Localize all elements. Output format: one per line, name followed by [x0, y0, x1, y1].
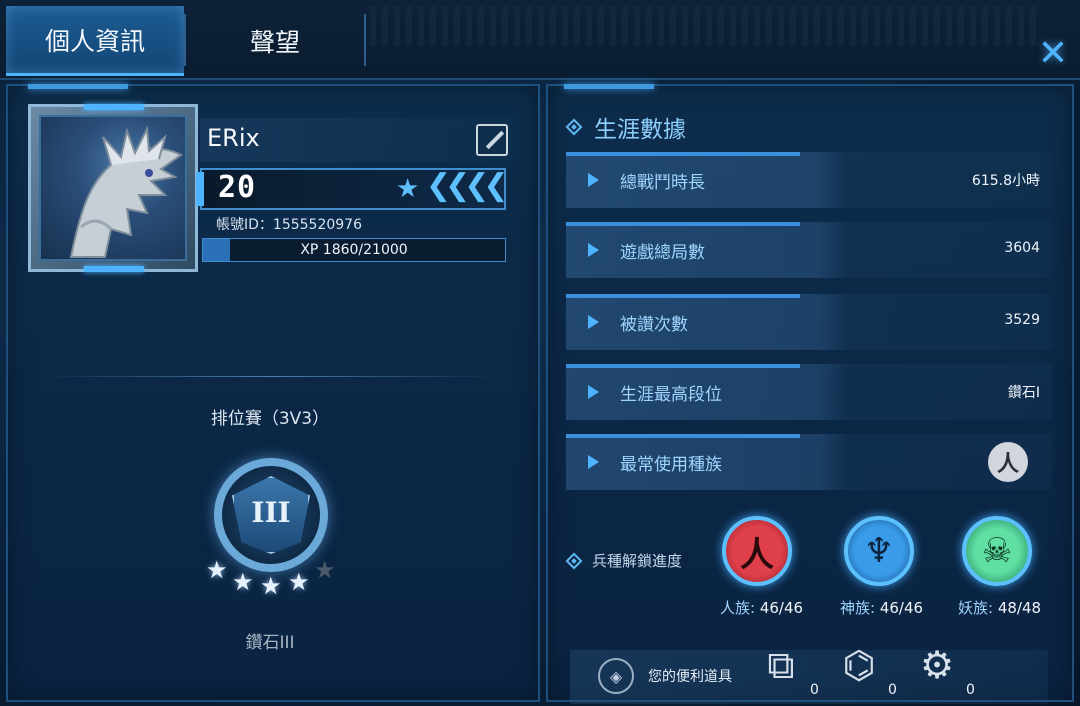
stat-label: 被讚次數: [620, 315, 688, 335]
stat-row-highest-rank: 生涯最高段位 鑽石I: [566, 364, 1052, 420]
tab-personal-info[interactable]: 個人資訊: [6, 6, 184, 76]
human-race-icon: 人: [988, 442, 1028, 482]
avatar-frame-accent: [84, 266, 144, 272]
account-id: 帳號ID：1555520976: [216, 217, 362, 233]
tool-count: 0: [810, 682, 819, 698]
avatar-frame-accent: [84, 104, 144, 110]
demon-race-icon[interactable]: ☠: [962, 516, 1032, 586]
rank-tier: III: [251, 496, 291, 529]
stat-row-play-time: 總戰鬥時長 615.8小時: [566, 152, 1052, 208]
items-layers-icon: ◈: [598, 658, 634, 694]
human-race-icon[interactable]: 人: [722, 516, 792, 586]
unlock-title-text: 兵種解鎖進度: [592, 552, 683, 570]
avatar[interactable]: [28, 104, 198, 272]
stat-row-accent: [566, 294, 800, 298]
rank-name: 鑽石III: [245, 633, 295, 653]
stat-label: 最常使用種族: [620, 455, 722, 475]
stat-row-favorite-race: 最常使用種族 人: [566, 434, 1052, 490]
stat-label: 遊戲總局數: [620, 243, 705, 263]
rank-star-filled-icon: ★: [232, 568, 254, 596]
god-unlock-count: 神族: 46/46: [840, 597, 923, 618]
stat-value: 3604: [1004, 240, 1040, 256]
close-icon: ✕: [1037, 32, 1069, 74]
stat-value: 鑽石I: [1007, 385, 1040, 401]
race-label: 神族:: [840, 599, 876, 617]
tab-label: 個人資訊: [44, 26, 145, 56]
player-level: 20: [218, 170, 257, 205]
stat-label: 生涯最高段位: [620, 385, 722, 405]
tool-count: 0: [888, 682, 897, 698]
career-title-text: 生涯數據: [594, 117, 686, 143]
race-count: 48/48: [997, 599, 1042, 617]
play-arrow-icon: [588, 243, 599, 257]
tab-label: 聲望: [249, 28, 300, 57]
tab-divider: [364, 14, 366, 66]
items-label: 您的便利道具: [648, 669, 732, 685]
xp-progress-bar: XP 1860/21000: [202, 238, 506, 262]
race-label: 妖族:: [958, 599, 994, 617]
xp-text: XP 1860/21000: [300, 242, 408, 258]
star-icon: ★: [396, 174, 420, 204]
race-label: 人族:: [720, 599, 756, 617]
race-count: 46/46: [759, 599, 804, 617]
stat-row-accent: [566, 152, 800, 156]
tool-count: 0: [966, 682, 975, 698]
play-arrow-icon: [588, 455, 599, 469]
play-arrow-icon: [588, 173, 599, 187]
stat-row-accent: [566, 434, 800, 438]
career-section-title: 生涯數據: [565, 110, 686, 144]
unlock-progress-title: 兵種解鎖進度: [565, 550, 683, 571]
ranked-mode-title: 排位賽（3V3）: [210, 409, 330, 429]
rank-star-filled-icon: ★: [206, 556, 228, 584]
god-race-icon[interactable]: ♆: [844, 516, 914, 586]
race-count: 46/46: [879, 599, 924, 617]
chevrons-icon: ❮❮❮❮: [426, 168, 509, 203]
tool-card-icon[interactable]: ⧉: [754, 638, 808, 692]
stat-row-accent: [566, 222, 800, 226]
level-bar-accent: [196, 172, 204, 206]
items-bar: [570, 650, 1048, 704]
panel-accent: [28, 84, 128, 89]
rank-star-filled-icon: ★: [260, 572, 282, 600]
tool-circuit-icon[interactable]: ⌬: [832, 638, 886, 692]
play-arrow-icon: [588, 315, 599, 329]
stat-label: 總戰鬥時長: [620, 173, 705, 193]
tab-reputation[interactable]: 聲望: [186, 6, 364, 76]
divider: [42, 376, 498, 377]
avatar-image: [39, 115, 187, 261]
top-bar-pattern: [370, 6, 1040, 46]
tool-node-icon[interactable]: ⚙: [910, 638, 964, 692]
stat-row-likes: 被讚次數 3529: [566, 294, 1052, 350]
edit-name-icon[interactable]: [476, 124, 508, 156]
diamond-icon: [565, 552, 583, 569]
stat-row-total-games: 遊戲總局數 3604: [566, 222, 1052, 278]
dragon-portrait-icon: [69, 125, 183, 258]
rank-stars: ★ ★ ★ ★ ★: [204, 556, 344, 600]
player-name: ERix: [207, 124, 260, 152]
stat-value: 3529: [1004, 312, 1040, 328]
diamond-icon: [565, 118, 583, 136]
close-button[interactable]: ✕: [1032, 32, 1074, 74]
rank-star-empty-icon: ★: [314, 556, 336, 584]
rank-star-filled-icon: ★: [288, 568, 310, 596]
panel-accent: [564, 84, 654, 89]
demon-unlock-count: 妖族: 48/48: [958, 597, 1041, 618]
human-unlock-count: 人族: 46/46: [720, 597, 803, 618]
stat-value: 615.8小時: [971, 173, 1040, 189]
stat-row-accent: [566, 364, 800, 368]
play-arrow-icon: [588, 385, 599, 399]
